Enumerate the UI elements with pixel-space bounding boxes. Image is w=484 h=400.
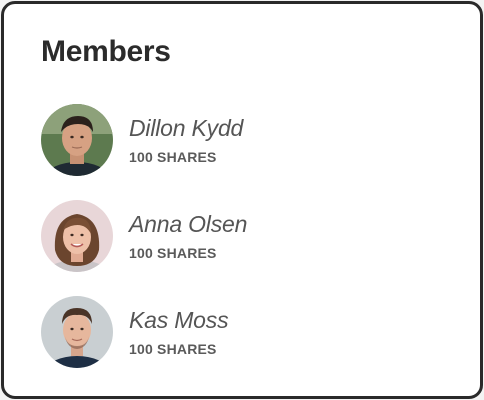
member-shares: 100 SHARES [129, 149, 217, 165]
member-item-dillon-kydd[interactable]: Dillon Kydd 100 SHARES [41, 104, 460, 176]
avatar-photo-man-short-hair-icon [41, 296, 113, 368]
member-item-anna-olsen[interactable]: Anna Olsen 100 SHARES [41, 200, 460, 272]
member-name: Anna Olsen [129, 211, 248, 237]
member-info: Kas Moss 100 SHARES [129, 306, 229, 358]
member-name: Dillon Kydd [129, 115, 244, 141]
avatar-photo-woman-brown-hair-icon [41, 200, 113, 272]
members-list: Dillon Kydd 100 SHARES Anna Olsen 100 SH… [41, 104, 460, 392]
avatar-photo-man-dark-hair-icon [41, 104, 113, 176]
avatar [41, 296, 113, 368]
member-item-kas-moss[interactable]: Kas Moss 100 SHARES [41, 296, 460, 368]
member-info: Dillon Kydd 100 SHARES [129, 114, 243, 166]
avatar [41, 200, 113, 272]
card-title: Members [41, 35, 171, 68]
member-shares: 100 SHARES [129, 341, 217, 357]
member-info: Anna Olsen 100 SHARES [129, 210, 247, 262]
member-name: Kas Moss [129, 307, 229, 333]
member-shares: 100 SHARES [129, 245, 217, 261]
avatar [41, 104, 113, 176]
members-card: Members Dillon Kydd 100 SHARES Anna Olse… [1, 1, 483, 399]
